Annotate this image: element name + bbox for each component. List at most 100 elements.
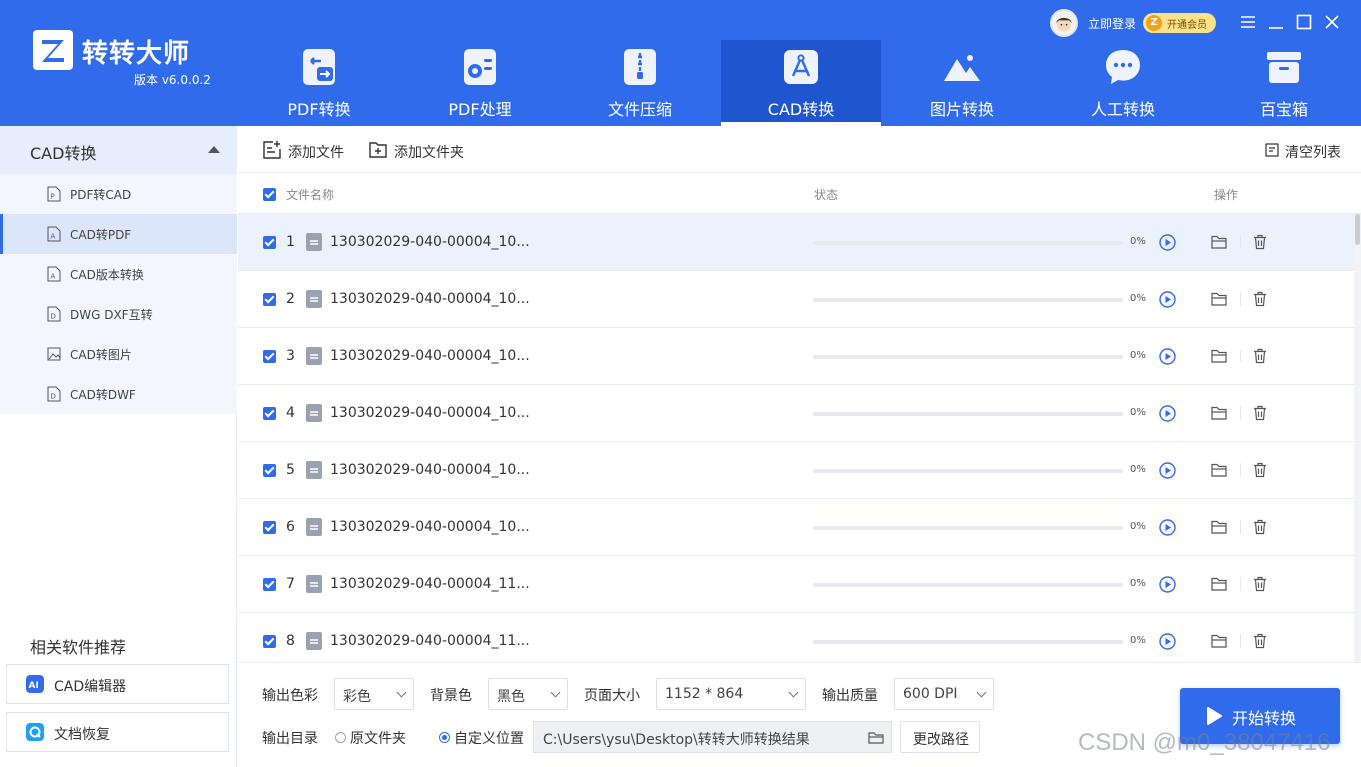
output-path-field[interactable]: C:\Users\ysu\Desktop\转转大师转换结果 bbox=[533, 721, 892, 753]
bg-color-select[interactable]: 黑色 bbox=[488, 678, 568, 710]
tab-file-compress[interactable]: 文件压缩 bbox=[560, 40, 720, 126]
row-checkbox[interactable] bbox=[263, 464, 276, 477]
original-folder-label[interactable]: 原文件夹 bbox=[350, 728, 406, 748]
minimize-icon[interactable] bbox=[1267, 13, 1285, 31]
play-icon[interactable] bbox=[1159, 291, 1176, 308]
close-icon[interactable] bbox=[1323, 13, 1341, 31]
recommend-doc-recovery[interactable]: 文档恢复 bbox=[6, 712, 229, 752]
select-all-checkbox[interactable] bbox=[263, 188, 276, 201]
file-icon bbox=[306, 347, 322, 365]
add-folder-button[interactable]: 添加文件夹 bbox=[368, 139, 473, 161]
divider bbox=[1240, 463, 1241, 477]
play-icon[interactable] bbox=[1159, 633, 1176, 650]
change-path-button[interactable]: 更改路径 bbox=[900, 721, 980, 753]
page-size-label: 页面大小 bbox=[584, 688, 640, 704]
sidebar-group-header[interactable]: CAD转换 bbox=[0, 126, 237, 174]
tab-label: CAD转换 bbox=[767, 100, 835, 119]
cad-editor-icon-text: AI bbox=[29, 681, 39, 691]
tab-toolbox[interactable]: 百宝箱 bbox=[1204, 40, 1361, 126]
trash-icon[interactable] bbox=[1252, 291, 1268, 307]
row-checkbox[interactable] bbox=[263, 236, 276, 249]
table-row[interactable]: 8 130302029-040-00004_11... 0% bbox=[238, 613, 1354, 662]
trash-icon[interactable] bbox=[1252, 348, 1268, 364]
open-folder-icon[interactable] bbox=[1211, 633, 1227, 649]
quality-select[interactable]: 600 DPI bbox=[894, 678, 994, 710]
trash-icon[interactable] bbox=[1252, 633, 1268, 649]
login-link[interactable]: 立即登录 bbox=[1088, 15, 1136, 32]
toolbar: 添加文件 添加文件夹 清空列表 bbox=[238, 126, 1361, 173]
row-checkbox[interactable] bbox=[263, 578, 276, 591]
play-icon[interactable] bbox=[1159, 405, 1176, 422]
row-checkbox[interactable] bbox=[263, 350, 276, 363]
folder-icon[interactable] bbox=[868, 730, 884, 746]
row-checkbox[interactable] bbox=[263, 635, 276, 648]
sidebar-item-cad-to-image[interactable]: CAD转图片 bbox=[0, 334, 237, 374]
trash-icon[interactable] bbox=[1252, 462, 1268, 478]
open-folder-icon[interactable] bbox=[1211, 519, 1227, 535]
trash-icon[interactable] bbox=[1252, 519, 1268, 535]
table-row[interactable]: 5 130302029-040-00004_10... 0% bbox=[238, 442, 1354, 499]
vip-label: 开通会员 bbox=[1167, 20, 1207, 31]
add-file-button[interactable]: 添加文件 bbox=[262, 139, 352, 161]
open-folder-icon[interactable] bbox=[1211, 348, 1227, 364]
row-checkbox[interactable] bbox=[263, 407, 276, 420]
open-folder-icon[interactable] bbox=[1211, 405, 1227, 421]
row-checkbox[interactable] bbox=[263, 293, 276, 306]
progress-percent: 0% bbox=[1130, 521, 1146, 532]
sidebar-item-dwg-dxf[interactable]: D DWG DXF互转 bbox=[0, 294, 237, 334]
play-icon[interactable] bbox=[1159, 462, 1176, 479]
sidebar-group-title: CAD转换 bbox=[30, 144, 97, 163]
play-icon[interactable] bbox=[1159, 576, 1176, 593]
recommend-cad-editor[interactable]: AI CAD编辑器 bbox=[6, 664, 229, 704]
open-folder-icon[interactable] bbox=[1211, 291, 1227, 307]
table-row[interactable]: 7 130302029-040-00004_11... 0% bbox=[238, 556, 1354, 613]
sidebar-item-label: PDF转CAD bbox=[70, 188, 132, 202]
clear-list-button[interactable]: 清空列表 bbox=[1265, 139, 1345, 161]
vip-button[interactable]: Z 开通会员 bbox=[1143, 13, 1216, 33]
pdf-convert-icon bbox=[303, 49, 335, 85]
tab-pdf-process[interactable]: PDF处理 bbox=[400, 40, 560, 126]
add-file-icon bbox=[263, 141, 281, 159]
maximize-icon[interactable] bbox=[1295, 13, 1313, 31]
sidebar-item-pdf-to-cad[interactable]: P PDF转CAD bbox=[0, 174, 237, 214]
custom-location-label[interactable]: 自定义位置 bbox=[454, 728, 524, 748]
sidebar-item-cad-version[interactable]: A CAD版本转换 bbox=[0, 254, 237, 294]
play-icon[interactable] bbox=[1159, 519, 1176, 536]
scrollbar[interactable] bbox=[1354, 214, 1361, 662]
trash-icon[interactable] bbox=[1252, 405, 1268, 421]
tab-image-convert[interactable]: 图片转换 bbox=[882, 40, 1042, 126]
play-icon[interactable] bbox=[1159, 234, 1176, 251]
trash-icon[interactable] bbox=[1252, 234, 1268, 250]
tab-pdf-convert[interactable]: PDF转换 bbox=[239, 40, 399, 126]
output-color-select[interactable]: 彩色 bbox=[334, 678, 414, 710]
scrollbar-thumb[interactable] bbox=[1355, 214, 1360, 245]
play-icon bbox=[1207, 707, 1222, 725]
avatar[interactable] bbox=[1050, 9, 1078, 37]
open-folder-icon[interactable] bbox=[1211, 234, 1227, 250]
table-row[interactable]: 4 130302029-040-00004_10... 0% bbox=[238, 385, 1354, 442]
divider bbox=[1240, 577, 1241, 591]
toolbox-icon bbox=[1267, 52, 1301, 83]
menu-icon[interactable] bbox=[1239, 13, 1257, 31]
progress-bar bbox=[813, 298, 1123, 302]
play-icon[interactable] bbox=[1159, 348, 1176, 365]
table-row[interactable]: 6 130302029-040-00004_10... 0% bbox=[238, 499, 1354, 556]
table-row[interactable]: 2 130302029-040-00004_10... 0% bbox=[238, 271, 1354, 328]
table-row[interactable]: 3 130302029-040-00004_10... 0% bbox=[238, 328, 1354, 385]
original-folder-radio[interactable] bbox=[335, 732, 346, 743]
open-folder-icon[interactable] bbox=[1211, 576, 1227, 592]
sidebar-item-cad-to-pdf[interactable]: A CAD转PDF bbox=[0, 214, 237, 254]
table-row[interactable]: 1 130302029-040-00004_10... 0% bbox=[238, 214, 1354, 271]
tab-manual-convert[interactable]: 人工转换 bbox=[1043, 40, 1203, 126]
row-checkbox[interactable] bbox=[263, 521, 276, 534]
sidebar-item-cad-to-dwf[interactable]: D CAD转DWF bbox=[0, 374, 237, 414]
caret-up-icon[interactable] bbox=[208, 146, 220, 153]
file-icon bbox=[306, 518, 322, 536]
tab-cad-convert[interactable]: CAD转换 bbox=[721, 40, 881, 126]
custom-location-radio[interactable] bbox=[439, 732, 450, 743]
sidebar-item-label: CAD转DWF bbox=[70, 388, 136, 402]
open-folder-icon[interactable] bbox=[1211, 462, 1227, 478]
sidebar-list: P PDF转CAD A CAD转PDF A CAD版本转换 D DWG DXF互… bbox=[0, 174, 237, 414]
page-size-select[interactable]: 1152 * 864 bbox=[656, 678, 806, 710]
trash-icon[interactable] bbox=[1252, 576, 1268, 592]
